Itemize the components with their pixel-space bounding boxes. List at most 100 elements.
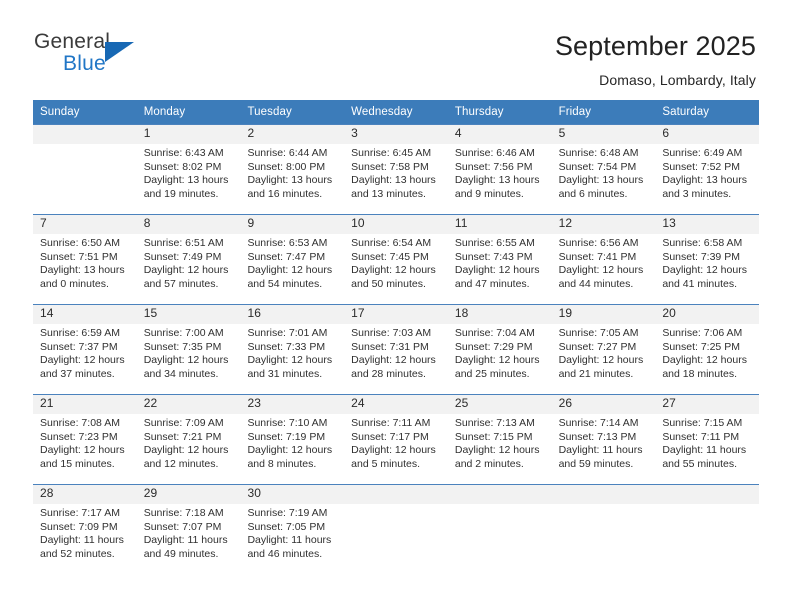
daylight-text-line1: Daylight: 13 hours bbox=[351, 174, 436, 187]
day-cell[interactable]: 25 Sunrise: 7:13 AM Sunset: 7:15 PM Dayl… bbox=[448, 395, 552, 484]
daylight-text-line2: and 50 minutes. bbox=[351, 277, 426, 290]
day-cell[interactable]: 28 Sunrise: 7:17 AM Sunset: 7:09 PM Dayl… bbox=[33, 485, 137, 581]
logo-text-blue: Blue bbox=[63, 52, 106, 75]
daylight-text-line1: Daylight: 12 hours bbox=[351, 264, 436, 277]
day-number bbox=[559, 485, 650, 504]
day-cell[interactable]: 19 Sunrise: 7:05 AM Sunset: 7:27 PM Dayl… bbox=[552, 305, 656, 394]
day-cell[interactable]: 29 Sunrise: 7:18 AM Sunset: 7:07 PM Dayl… bbox=[137, 485, 241, 581]
day-cell[interactable]: 20 Sunrise: 7:06 AM Sunset: 7:25 PM Dayl… bbox=[655, 305, 759, 394]
day-cell[interactable]: 12 Sunrise: 6:56 AM Sunset: 7:41 PM Dayl… bbox=[552, 215, 656, 304]
logo-text-general: General bbox=[34, 30, 111, 53]
daylight-text-line1: Daylight: 12 hours bbox=[454, 444, 540, 457]
daylight-text-line1: Daylight: 12 hours bbox=[247, 264, 333, 277]
sunrise-text: Sunrise: 7:01 AM bbox=[247, 327, 328, 340]
general-blue-logo[interactable]: General Blue bbox=[34, 30, 154, 82]
daylight-text-line1: Daylight: 13 hours bbox=[558, 174, 644, 187]
sunrise-text: Sunrise: 7:15 AM bbox=[662, 417, 743, 430]
day-cell[interactable]: 26 Sunrise: 7:14 AM Sunset: 7:13 PM Dayl… bbox=[552, 395, 656, 484]
sunrise-text: Sunrise: 6:48 AM bbox=[558, 147, 639, 160]
day-info: Sunrise: 7:19 AM Sunset: 7:05 PM Dayligh… bbox=[247, 507, 338, 561]
daylight-text-line2: and 13 minutes. bbox=[351, 187, 426, 200]
day-cell[interactable]: 23 Sunrise: 7:10 AM Sunset: 7:19 PM Dayl… bbox=[240, 395, 344, 484]
day-cell[interactable]: 14 Sunrise: 6:59 AM Sunset: 7:37 PM Dayl… bbox=[33, 305, 137, 394]
sunrise-text: Sunrise: 7:03 AM bbox=[351, 327, 432, 340]
day-cell[interactable]: 24 Sunrise: 7:11 AM Sunset: 7:17 PM Dayl… bbox=[344, 395, 448, 484]
day-number: 21 bbox=[40, 396, 54, 411]
sunset-text: Sunset: 7:07 PM bbox=[143, 520, 222, 533]
day-cell[interactable]: 18 Sunrise: 7:04 AM Sunset: 7:29 PM Dayl… bbox=[448, 305, 552, 394]
sunset-text: Sunset: 7:39 PM bbox=[662, 250, 740, 263]
day-cell[interactable] bbox=[655, 485, 759, 581]
sunrise-text: Sunrise: 7:11 AM bbox=[351, 417, 431, 430]
day-number: 2 bbox=[247, 126, 255, 141]
day-info: Sunrise: 7:01 AM Sunset: 7:33 PM Dayligh… bbox=[247, 327, 338, 381]
day-number: 24 bbox=[351, 396, 365, 411]
day-cell[interactable]: 15 Sunrise: 7:00 AM Sunset: 7:35 PM Dayl… bbox=[137, 305, 241, 394]
day-cell[interactable] bbox=[552, 485, 656, 581]
daylight-text-line2: and 25 minutes. bbox=[454, 367, 530, 380]
sunset-text: Sunset: 7:33 PM bbox=[247, 340, 326, 353]
daylight-text-line2: and 15 minutes. bbox=[40, 457, 115, 470]
daylight-text-line2: and 2 minutes. bbox=[454, 457, 524, 470]
sunrise-text: Sunrise: 6:46 AM bbox=[454, 147, 535, 160]
day-info: Sunrise: 6:50 AM Sunset: 7:51 PM Dayligh… bbox=[40, 237, 131, 291]
sunrise-text: Sunrise: 7:09 AM bbox=[143, 417, 224, 430]
daylight-text-line1: Daylight: 11 hours bbox=[143, 534, 228, 547]
day-cell[interactable]: 8 Sunrise: 6:51 AM Sunset: 7:49 PM Dayli… bbox=[137, 215, 241, 304]
sunrise-text: Sunrise: 6:59 AM bbox=[40, 327, 120, 340]
logo-triangle-icon bbox=[105, 42, 134, 62]
daylight-text-line2: and 9 minutes. bbox=[454, 187, 524, 200]
day-cell[interactable]: 5 Sunrise: 6:48 AM Sunset: 7:54 PM Dayli… bbox=[552, 125, 656, 214]
day-cell[interactable]: 17 Sunrise: 7:03 AM Sunset: 7:31 PM Dayl… bbox=[344, 305, 448, 394]
daylight-text-line1: Daylight: 13 hours bbox=[454, 174, 540, 187]
day-cell[interactable]: 27 Sunrise: 7:15 AM Sunset: 7:11 PM Dayl… bbox=[655, 395, 759, 484]
day-number: 12 bbox=[558, 216, 573, 231]
day-info: Sunrise: 6:48 AM Sunset: 7:54 PM Dayligh… bbox=[559, 147, 650, 201]
day-number: 13 bbox=[662, 216, 676, 231]
day-cell[interactable] bbox=[344, 485, 448, 581]
sunset-text: Sunset: 7:47 PM bbox=[247, 250, 326, 263]
day-cell[interactable]: 4 Sunrise: 6:46 AM Sunset: 7:56 PM Dayli… bbox=[448, 125, 552, 214]
day-cell[interactable]: 16 Sunrise: 7:01 AM Sunset: 7:33 PM Dayl… bbox=[240, 305, 344, 394]
daylight-text-line1: Daylight: 11 hours bbox=[558, 444, 643, 457]
page-subtitle: Domaso, Lombardy, Italy bbox=[599, 71, 756, 88]
day-cell[interactable]: 11 Sunrise: 6:55 AM Sunset: 7:43 PM Dayl… bbox=[448, 215, 552, 304]
sunset-text: Sunset: 7:15 PM bbox=[454, 430, 533, 443]
day-number: 22 bbox=[143, 396, 158, 411]
day-cell[interactable]: 7 Sunrise: 6:50 AM Sunset: 7:51 PM Dayli… bbox=[33, 215, 137, 304]
day-cell[interactable] bbox=[33, 125, 137, 214]
day-cell[interactable]: 21 Sunrise: 7:08 AM Sunset: 7:23 PM Dayl… bbox=[33, 395, 137, 484]
day-cell[interactable]: 13 Sunrise: 6:58 AM Sunset: 7:39 PM Dayl… bbox=[655, 215, 759, 304]
sunset-text: Sunset: 7:05 PM bbox=[247, 520, 326, 533]
daylight-text-line1: Daylight: 13 hours bbox=[247, 174, 333, 187]
day-cell[interactable]: 9 Sunrise: 6:53 AM Sunset: 7:47 PM Dayli… bbox=[240, 215, 344, 304]
daylight-text-line2: and 55 minutes. bbox=[662, 457, 738, 470]
day-info: Sunrise: 7:09 AM Sunset: 7:21 PM Dayligh… bbox=[144, 417, 235, 471]
day-number: 17 bbox=[351, 306, 365, 321]
day-number: 5 bbox=[558, 126, 566, 141]
day-cell[interactable]: 3 Sunrise: 6:45 AM Sunset: 7:58 PM Dayli… bbox=[344, 125, 448, 214]
sunrise-text: Sunrise: 6:45 AM bbox=[351, 147, 432, 160]
day-info: Sunrise: 7:14 AM Sunset: 7:13 PM Dayligh… bbox=[559, 417, 650, 471]
weekday-header-saturday: Saturday bbox=[662, 106, 710, 118]
sunset-text: Sunset: 7:11 PM bbox=[662, 430, 740, 443]
day-number: 20 bbox=[662, 306, 676, 321]
day-info: Sunrise: 6:44 AM Sunset: 8:00 PM Dayligh… bbox=[247, 147, 338, 201]
day-cell[interactable] bbox=[448, 485, 552, 581]
day-info: Sunrise: 7:08 AM Sunset: 7:23 PM Dayligh… bbox=[40, 417, 131, 471]
daylight-text-line1: Daylight: 12 hours bbox=[558, 354, 644, 367]
daylight-text-line1: Daylight: 12 hours bbox=[247, 354, 333, 367]
sunset-text: Sunset: 7:09 PM bbox=[40, 520, 118, 533]
day-cell[interactable]: 1 Sunrise: 6:43 AM Sunset: 8:02 PM Dayli… bbox=[137, 125, 241, 214]
daylight-text-line1: Daylight: 11 hours bbox=[662, 444, 747, 457]
daylight-text-line2: and 44 minutes. bbox=[558, 277, 634, 290]
day-cell[interactable]: 10 Sunrise: 6:54 AM Sunset: 7:45 PM Dayl… bbox=[344, 215, 448, 304]
day-cell[interactable]: 2 Sunrise: 6:44 AM Sunset: 8:00 PM Dayli… bbox=[240, 125, 344, 214]
daylight-text-line2: and 5 minutes. bbox=[351, 457, 421, 470]
day-cell[interactable]: 30 Sunrise: 7:19 AM Sunset: 7:05 PM Dayl… bbox=[240, 485, 344, 581]
day-cell[interactable]: 22 Sunrise: 7:09 AM Sunset: 7:21 PM Dayl… bbox=[137, 395, 241, 484]
day-number: 7 bbox=[40, 216, 47, 231]
day-cell[interactable]: 6 Sunrise: 6:49 AM Sunset: 7:52 PM Dayli… bbox=[655, 125, 759, 214]
day-number bbox=[662, 485, 753, 504]
week-row: 7 Sunrise: 6:50 AM Sunset: 7:51 PM Dayli… bbox=[33, 214, 759, 304]
